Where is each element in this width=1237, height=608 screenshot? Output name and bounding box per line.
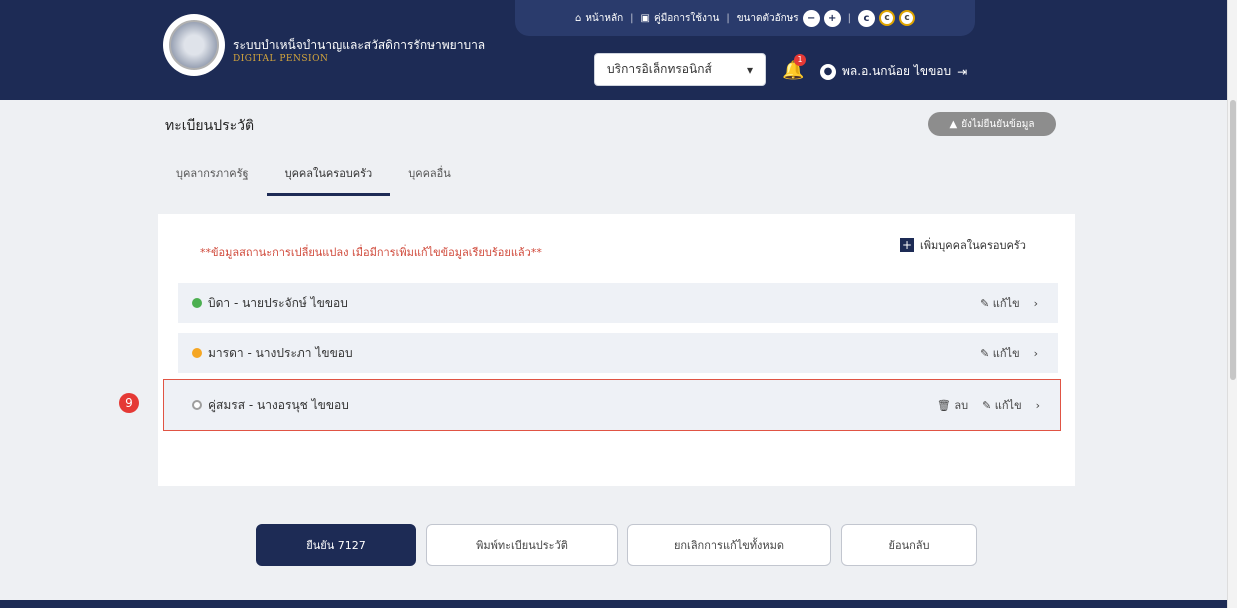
home-link[interactable]: หน้าหลัก: [585, 11, 623, 26]
scrollbar[interactable]: [1227, 0, 1237, 608]
pencil-icon: ✎: [980, 297, 990, 310]
service-select[interactable]: บริการอิเล็กทรอนิกส์ ▾: [594, 53, 766, 86]
edit-button[interactable]: ✎ แก้ไข: [980, 344, 1020, 362]
user-name: พล.อ.นกน้อย ไขขอบ: [842, 64, 952, 78]
edit-button[interactable]: ✎ แก้ไข: [982, 396, 1022, 414]
family-row-spouse[interactable]: คู่สมรส - นางอรนุช ไขขอบ 🗑 ลบ ✎ แก้ไข ›: [163, 379, 1061, 431]
status-note: **ข้อมูลสถานะการเปลี่ยนแปลง เมื่อมีการเพ…: [200, 246, 542, 259]
user-avatar-icon: ●: [820, 63, 836, 80]
delete-button[interactable]: 🗑 ลบ: [937, 396, 968, 414]
tab-family-members[interactable]: บุคคลในครอบครัว: [266, 160, 391, 196]
family-row-label: มารดา - นางประภา ไขขอบ: [208, 345, 353, 360]
top-links-bar: ⌂ หน้าหลัก | ▣ คู่มือการใช้งาน | ขนาดตัว…: [515, 0, 975, 36]
home-icon: ⌂: [574, 12, 582, 24]
print-record-button[interactable]: พิมพ์ทะเบียนประวัติ: [426, 524, 618, 566]
tab-other-persons[interactable]: บุคคลอื่น: [390, 160, 469, 196]
pencil-icon: ✎: [982, 399, 992, 412]
family-row-label: บิดา - นายประจักษ์ ไขขอบ: [208, 295, 348, 310]
system-logo: [163, 14, 225, 76]
add-family-member-button[interactable]: + เพิ่มบุคคลในครอบครัว: [900, 236, 1026, 254]
family-row-label: คู่สมรส - นางอรนุช ไขขอบ: [208, 397, 349, 412]
user-menu[interactable]: ● พล.อ.นกน้อย ไขขอบ ⇥: [820, 62, 967, 81]
status-button[interactable]: ▲ ยังไม่ยืนยันข้อมูล: [928, 112, 1056, 136]
edit-button[interactable]: ✎ แก้ไข: [980, 294, 1020, 312]
logout-icon[interactable]: ⇥: [957, 65, 967, 79]
plus-icon: +: [900, 238, 914, 252]
manual-link[interactable]: คู่มือการใช้งาน: [654, 11, 719, 26]
tab-government-personnel[interactable]: บุคลากรภาครัฐ: [158, 160, 267, 196]
font-size-label: ขนาดตัวอักษร: [736, 12, 799, 24]
add-family-member-label: เพิ่มบุคคลในครอบครัว: [920, 239, 1026, 252]
family-row-mother[interactable]: มารดา - นางประภา ไขขอบ ✎ แก้ไข ›: [178, 333, 1058, 373]
confirm-button[interactable]: ยืนยัน 7127: [256, 524, 416, 566]
status-draft-icon: [192, 400, 202, 410]
font-decrease-icon[interactable]: −: [802, 9, 820, 27]
notification-bell-icon[interactable]: 🔔 1: [782, 54, 806, 81]
trash-icon: 🗑: [936, 399, 951, 412]
step-badge: 9: [119, 393, 139, 413]
font-increase-icon[interactable]: +: [823, 9, 841, 27]
chevron-right-icon[interactable]: ›: [1036, 399, 1040, 412]
contrast-default-icon[interactable]: c: [858, 9, 876, 27]
tab-bar: บุคลากรภาครัฐ บุคคลในครอบครัว บุคคลอื่น: [158, 160, 469, 196]
cancel-all-edits-button[interactable]: ยกเลิกการแก้ไขทั้งหมด: [627, 524, 831, 566]
manual-icon: ▣: [640, 12, 650, 24]
chevron-right-icon[interactable]: ›: [1034, 297, 1038, 310]
back-button[interactable]: ย้อนกลับ: [841, 524, 977, 566]
pencil-icon: ✎: [980, 347, 990, 360]
footer-bar: [0, 600, 1227, 608]
service-select-value: บริการอิเล็กทรอนิกส์: [607, 62, 712, 76]
contrast-yellow-icon[interactable]: c: [879, 10, 896, 26]
page-title: ทะเบียนประวัติ: [165, 118, 255, 134]
contrast-dark-icon[interactable]: c: [899, 10, 916, 26]
scrollbar-thumb[interactable]: [1230, 100, 1236, 380]
notification-count: 1: [794, 54, 806, 66]
status-check-icon: [192, 298, 202, 308]
system-subtitle: DIGITAL PENSION: [233, 54, 329, 64]
warning-icon: ▲: [949, 118, 958, 130]
chevron-right-icon[interactable]: ›: [1034, 347, 1038, 360]
chevron-down-icon: ▾: [746, 62, 753, 77]
family-row-father[interactable]: บิดา - นายประจักษ์ ไขขอบ ✎ แก้ไข ›: [178, 283, 1058, 323]
status-pending-icon: [192, 348, 202, 358]
status-button-label: ยังไม่ยืนยันข้อมูล: [961, 118, 1035, 130]
system-title: ระบบบำเหน็จบำนาญและสวัสดิการรักษาพยาบาล: [233, 38, 486, 52]
